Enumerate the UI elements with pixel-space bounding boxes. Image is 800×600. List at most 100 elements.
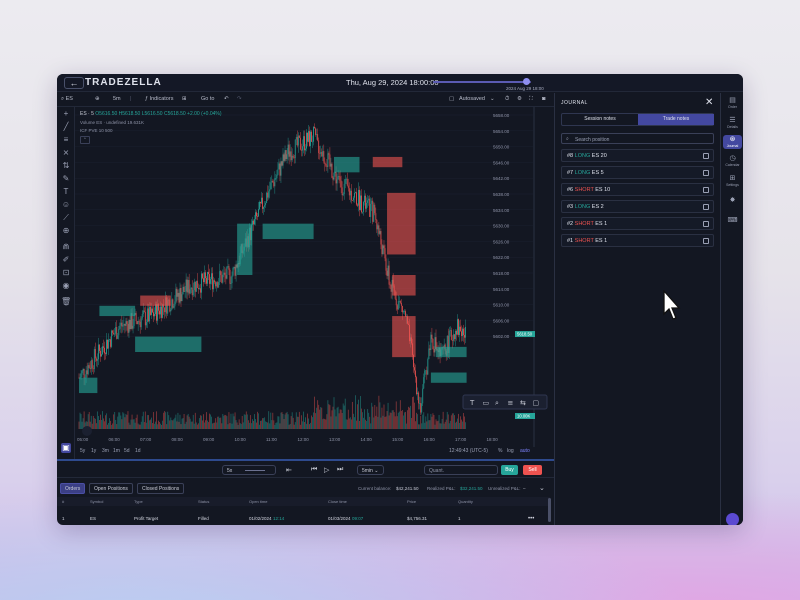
- brush-icon[interactable]: ✎: [61, 174, 71, 184]
- journal-item[interactable]: #6 SHORT ES 10: [561, 183, 714, 196]
- quantity-input[interactable]: Quant.: [424, 465, 498, 475]
- more-icon[interactable]: •••: [528, 516, 534, 522]
- buy-button[interactable]: Buy: [501, 465, 518, 475]
- undo-icon[interactable]: ↶: [224, 96, 229, 102]
- timeframe-3m[interactable]: 3m: [102, 448, 109, 454]
- chart-canvas[interactable]: 5658.00 5654.00 5650.00 5646.00 5642.00 5638.…: [75, 107, 554, 447]
- tab-trade-notes[interactable]: Trade notes: [638, 114, 714, 125]
- step-start-icon[interactable]: ⇤: [286, 466, 292, 474]
- scale-log[interactable]: log: [507, 448, 514, 454]
- sell-button[interactable]: Sell: [523, 465, 542, 475]
- rail-calendar[interactable]: ◷ Calendar: [723, 155, 742, 167]
- pattern-icon[interactable]: ⨯: [61, 148, 71, 158]
- rail-bulb[interactable]: ✸: [723, 197, 742, 205]
- edit-note-icon[interactable]: [703, 170, 709, 176]
- candle-body: [228, 266, 230, 270]
- candle-body: [464, 335, 465, 338]
- chevron-down-icon[interactable]: ⌄: [490, 96, 495, 102]
- scale-auto[interactable]: auto: [520, 448, 530, 454]
- rail-settings[interactable]: ⊞ Settings: [723, 175, 742, 187]
- symbol-search[interactable]: ⌕ ES: [61, 96, 73, 103]
- replay-slider-track[interactable]: [433, 81, 531, 83]
- play-icon[interactable]: ▷: [324, 466, 329, 474]
- close-icon[interactable]: ✕: [705, 97, 713, 108]
- gear-icon[interactable]: ⚙: [517, 96, 522, 102]
- collapse-legend-button[interactable]: ⌃: [80, 136, 90, 144]
- add-symbol-button[interactable]: ⊕: [95, 96, 100, 102]
- goto-button[interactable]: Go to: [201, 96, 214, 102]
- chat-icon[interactable]: [726, 513, 739, 525]
- interval-select[interactable]: 5min ⌄: [357, 465, 384, 475]
- layout-icon[interactable]: ▢: [449, 96, 454, 102]
- speed-slider[interactable]: [245, 470, 265, 471]
- back-button[interactable]: ←: [64, 77, 84, 89]
- candle-body: [103, 346, 104, 348]
- timeframe-1d[interactable]: 1d: [135, 448, 141, 454]
- emoji-icon[interactable]: ☺: [61, 200, 71, 210]
- edit-note-icon[interactable]: [703, 187, 709, 193]
- speed-selector[interactable]: 5x: [222, 465, 276, 475]
- tab-orders[interactable]: Orders: [60, 483, 86, 494]
- redo-icon[interactable]: ↷: [237, 96, 242, 102]
- edit-note-icon[interactable]: [703, 153, 709, 159]
- lock-icon[interactable]: ⊡: [61, 268, 71, 278]
- object-tree-icon[interactable]: ▣: [61, 443, 71, 453]
- tab-closed-positions[interactable]: Closed Positions: [137, 483, 185, 494]
- text-icon[interactable]: T: [61, 187, 71, 197]
- tab-open-positions[interactable]: Open Positions: [89, 483, 133, 494]
- magnet-icon[interactable]: ⋒: [61, 242, 71, 252]
- rail-keyboard[interactable]: ⌨: [723, 217, 742, 225]
- camera-icon[interactable]: ◙: [542, 96, 545, 102]
- zoom-icon[interactable]: ⊕: [61, 226, 71, 236]
- ruler-icon[interactable]: ⟋: [61, 213, 71, 223]
- skip-back-icon[interactable]: ⏮: [311, 466, 317, 474]
- candle-body: [128, 319, 130, 333]
- journal-item[interactable]: #3 LONG ES 2: [561, 200, 714, 213]
- volume-bar: [139, 424, 141, 429]
- replay-icon[interactable]: ⏱: [505, 96, 509, 103]
- trendline-icon[interactable]: ╱: [61, 122, 71, 132]
- fullscreen-icon[interactable]: ⛶: [529, 96, 533, 103]
- eye-icon[interactable]: ◉: [61, 281, 71, 291]
- rail-order[interactable]: ▤ Order: [723, 97, 742, 109]
- edit-note-icon[interactable]: [703, 238, 709, 244]
- scale-percent[interactable]: %: [498, 448, 502, 454]
- volume-bar: [338, 413, 340, 429]
- candle-body: [366, 202, 368, 209]
- projection-icon[interactable]: ⇅: [61, 161, 71, 171]
- table-row[interactable]: 1 ES Profit Target Filled 01/02/2024 12:…: [57, 514, 550, 524]
- journal-item[interactable]: #2 SHORT ES 1: [561, 217, 714, 230]
- price-chart[interactable]: 5658.00 5654.00 5650.00 5646.00 5642.00 5638.…: [75, 107, 554, 447]
- edit-note-icon[interactable]: [703, 204, 709, 210]
- timeframe-5d[interactable]: 5d: [124, 448, 130, 454]
- fib-icon[interactable]: ≡: [61, 135, 71, 145]
- grid-icon[interactable]: ⊞: [182, 96, 187, 102]
- journal-item[interactable]: #1 SHORT ES 1: [561, 234, 714, 247]
- timeframe-5y[interactable]: 5y: [80, 448, 85, 454]
- journal-item[interactable]: #8 LONG ES 20: [561, 149, 714, 162]
- tab-session-notes[interactable]: Session notes: [562, 114, 638, 125]
- candle-body: [196, 280, 198, 288]
- candle-body: [452, 334, 454, 341]
- lock-drawing-icon[interactable]: ✐: [61, 255, 71, 265]
- indicators-button[interactable]: ƒ Indicators: [145, 96, 173, 102]
- trash-icon[interactable]: 🗑: [61, 297, 71, 307]
- volume-bar: [332, 406, 334, 429]
- replay-slider-handle[interactable]: [523, 78, 530, 85]
- chevron-down-icon[interactable]: ⌄: [539, 484, 545, 492]
- candle-body: [186, 279, 188, 293]
- crosshair-icon[interactable]: +: [61, 109, 71, 119]
- rail-details[interactable]: ☰ Details: [723, 117, 742, 129]
- skip-forward-icon[interactable]: ⏭: [337, 466, 343, 474]
- candle-body: [283, 154, 285, 161]
- timeframe-1y[interactable]: 1y: [91, 448, 96, 454]
- interval-button[interactable]: 5m: [113, 96, 121, 102]
- search-position-input[interactable]: ⌕ Search position: [561, 133, 714, 144]
- candle-body: [424, 370, 426, 378]
- realized-value: $32,241.50: [460, 486, 483, 491]
- journal-item[interactable]: #7 LONG ES 5: [561, 166, 714, 179]
- scrollbar[interactable]: [548, 498, 551, 522]
- edit-note-icon[interactable]: [703, 221, 709, 227]
- timeframe-1m[interactable]: 1m: [113, 448, 120, 454]
- rail-journal[interactable]: ⊛ Journal: [723, 135, 742, 149]
